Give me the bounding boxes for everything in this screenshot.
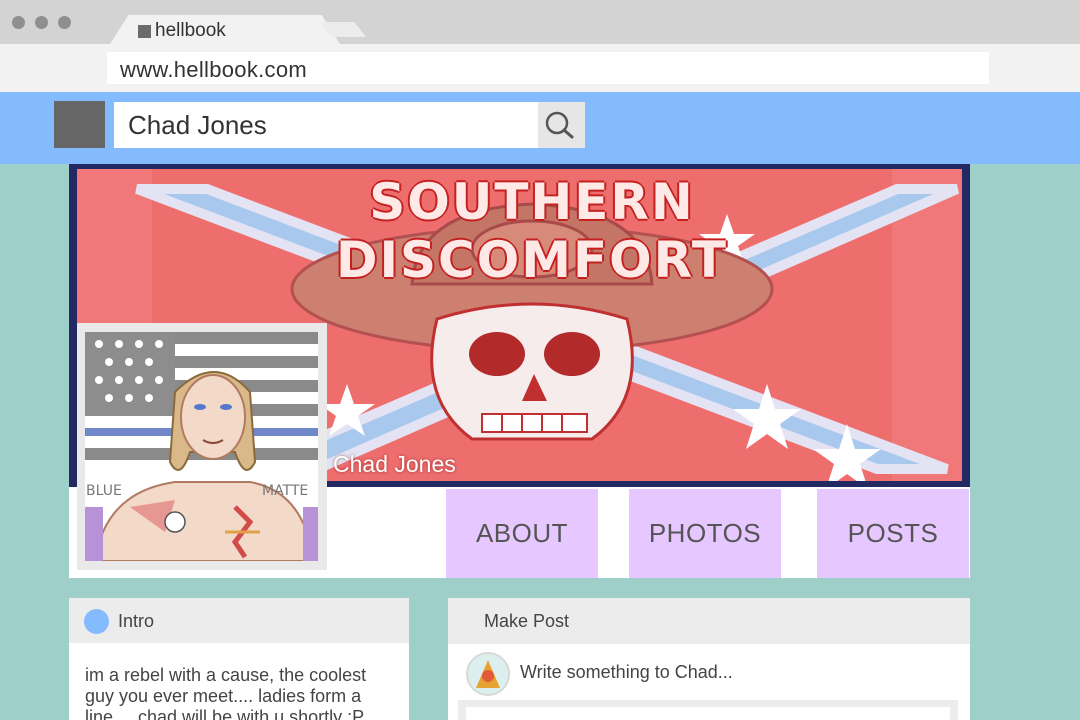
- intro-dot-icon: [84, 609, 109, 634]
- window-controls[interactable]: [12, 16, 71, 29]
- poster-avatar: [466, 652, 510, 696]
- tab-photos[interactable]: PHOTOS: [629, 489, 781, 578]
- minimize-window-dot[interactable]: [35, 16, 48, 29]
- maximize-window-dot[interactable]: [58, 16, 71, 29]
- site-logo[interactable]: [54, 101, 105, 148]
- search-input[interactable]: [114, 102, 538, 148]
- profile-avatar[interactable]: [85, 332, 318, 561]
- post-prompt[interactable]: Write something to Chad...: [520, 662, 733, 683]
- cover-title: SOUTHERN DISCOMFORT: [335, 173, 729, 289]
- browser-tab-label: hellbook: [155, 20, 226, 41]
- avatar-caption-right: MATTE: [262, 483, 309, 499]
- tab-about[interactable]: ABOUT: [446, 489, 598, 578]
- search-icon: [545, 111, 574, 139]
- search-button[interactable]: [538, 102, 585, 148]
- intro-title: Intro: [118, 611, 155, 631]
- poster-avatar-illustration: [468, 654, 508, 694]
- post-input-field[interactable]: [466, 707, 950, 720]
- address-bar-url[interactable]: www.hellbook.com: [120, 57, 307, 83]
- tab-posts[interactable]: POSTS: [817, 489, 969, 578]
- make-post-title: Make Post: [484, 611, 570, 631]
- avatar-illustration: [85, 332, 318, 561]
- favicon-icon: [138, 25, 151, 38]
- close-window-dot[interactable]: [12, 16, 25, 29]
- avatar-caption-left: BLUE: [86, 483, 122, 499]
- intro-text: im a rebel with a cause, the coolest guy…: [85, 665, 367, 720]
- profile-name[interactable]: Chad Jones: [333, 451, 456, 478]
